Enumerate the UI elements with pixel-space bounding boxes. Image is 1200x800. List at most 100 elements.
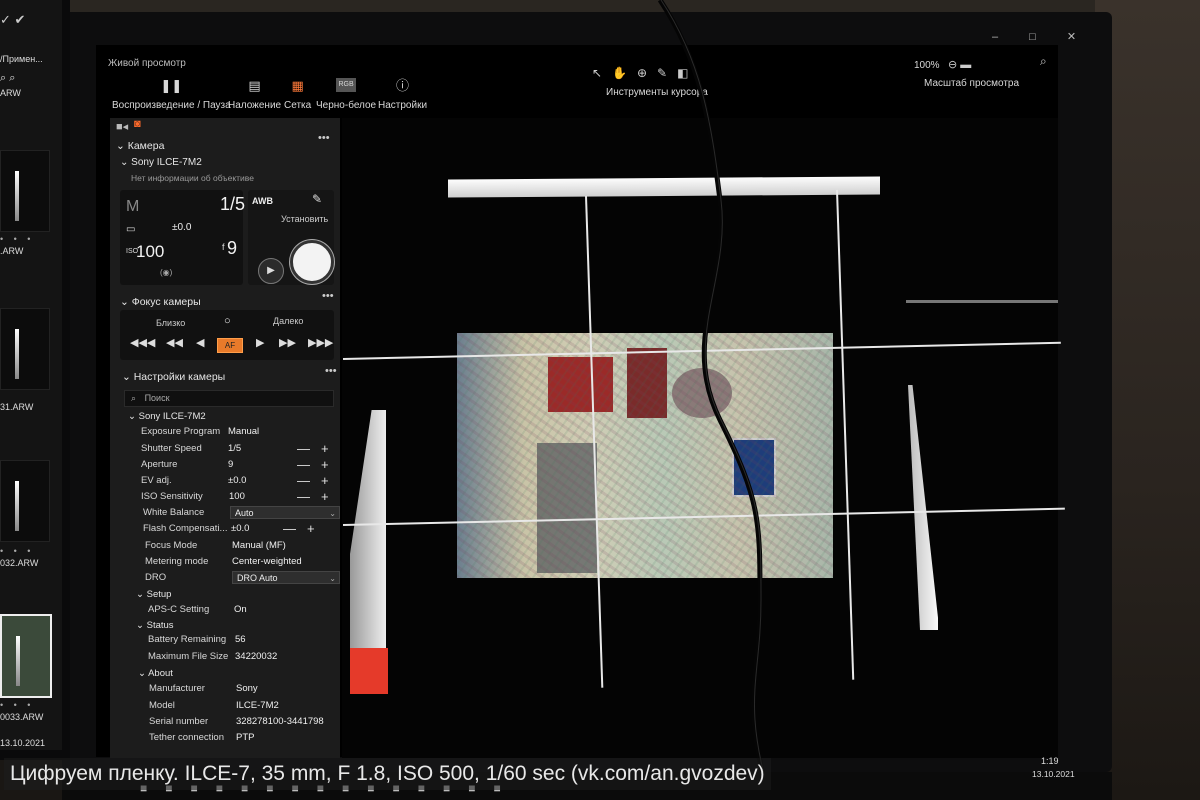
set-wb-button[interactable]: Установить: [281, 214, 328, 224]
group-camera-header[interactable]: ⌄ Sony ILCE-7M2: [128, 411, 206, 422]
setting-name: Exposure Program: [141, 426, 221, 437]
camera-model[interactable]: ⌄ Sony ILCE-7M2: [120, 157, 202, 168]
camera-section-title: Камера: [127, 140, 165, 152]
info-icon: ⓘ: [396, 78, 410, 93]
decrement-button[interactable]: —: [297, 457, 310, 472]
autofocus-button[interactable]: AF: [217, 338, 243, 353]
setting-row[interactable]: Shutter Speed 1/5 — +: [141, 441, 351, 459]
more-icon[interactable]: •••: [322, 290, 334, 302]
setting-value: 328278100-3441798: [236, 716, 324, 727]
setting-row[interactable]: Metering mode Center-weighted: [145, 556, 355, 572]
more-icon[interactable]: •••: [325, 365, 337, 377]
increment-button[interactable]: +: [321, 489, 329, 504]
setting-row[interactable]: White Balance Auto ⌄: [143, 506, 353, 523]
setting-row[interactable]: Maximum File Size 34220032: [148, 651, 358, 667]
decrement-button[interactable]: —: [297, 473, 310, 488]
file-browser-strip: ✓ ✔ /Примен... ⌕ ⌕ ARW • • • .ARW 31.ARW…: [0, 0, 62, 750]
setting-row[interactable]: Exposure Program Manual: [141, 426, 351, 442]
decrement-button[interactable]: —: [297, 441, 310, 456]
rgb-badge: RGB: [336, 78, 357, 92]
setting-value: DRO Auto: [237, 573, 278, 583]
focus-far-large-button[interactable]: ▶▶▶: [308, 336, 333, 349]
setting-row[interactable]: DRO DRO Auto ⌄: [145, 571, 355, 588]
focus-near-label: Близко: [156, 318, 186, 328]
play-pause-button[interactable]: ❚❚ Воспроизведение / Пауза: [112, 78, 231, 111]
setting-row[interactable]: Model ILCE-7M2: [149, 700, 359, 716]
usb-cable: [657, 0, 773, 800]
breadcrumb[interactable]: /Примен...: [0, 54, 43, 64]
setting-row[interactable]: Focus Mode Manual (MF): [145, 540, 355, 556]
setting-name: Shutter Speed: [141, 443, 202, 454]
setting-dropdown[interactable]: Auto ⌄: [230, 506, 340, 519]
setting-name: DRO: [145, 572, 167, 583]
setting-row[interactable]: EV adj. ±0.0 — +: [141, 473, 351, 491]
setting-row[interactable]: Battery Remaining 56: [148, 634, 358, 650]
grid-icon: ▦: [291, 78, 304, 93]
focus-near-medium-button[interactable]: ◀◀: [166, 336, 183, 349]
shutter-release-button[interactable]: [290, 240, 334, 284]
camera-icon[interactable]: ◙: [134, 118, 141, 130]
settings-label: Настройки: [378, 100, 428, 111]
setting-value: Auto: [235, 508, 254, 518]
settings-search-input[interactable]: ⌕ Поиск: [124, 390, 334, 407]
bw-button[interactable]: RGB Черно-белое: [316, 78, 376, 111]
zoom-out-icon[interactable]: ⊖ ▬: [948, 58, 971, 71]
settings-group-header[interactable]: ⌄ About: [138, 668, 173, 679]
file-thumbnail[interactable]: [0, 460, 50, 542]
overlay-icon: ▤: [248, 78, 261, 93]
metering-icon: (◉): [160, 268, 173, 277]
group-camera-title: Sony ILCE-7M2: [138, 411, 206, 422]
setting-row[interactable]: Manufacturer Sony: [149, 683, 359, 699]
focus-far-small-button[interactable]: ▶: [256, 336, 264, 349]
file-thumbnail[interactable]: [0, 308, 50, 390]
file-thumbnail[interactable]: [0, 150, 50, 232]
setting-row[interactable]: Tether connection PTP: [149, 732, 359, 748]
increment-button[interactable]: +: [321, 457, 329, 472]
setting-value: 9: [228, 459, 234, 470]
setting-row[interactable]: ISO Sensitivity 100 — +: [141, 489, 351, 507]
video-icon[interactable]: ■◂: [116, 120, 128, 133]
focus-near-small-button[interactable]: ◀: [196, 336, 204, 349]
setting-name: Battery Remaining: [148, 634, 227, 645]
setting-row[interactable]: Flash Compensati... ±0.0 — +: [143, 521, 353, 539]
overlay-label: Наложение: [228, 100, 282, 111]
setting-value: On: [234, 604, 247, 615]
increment-button[interactable]: +: [321, 473, 329, 488]
increment-button[interactable]: +: [307, 521, 315, 536]
setting-dropdown[interactable]: DRO Auto ⌄: [232, 571, 340, 584]
aperture-value: 9: [227, 238, 238, 258]
focus-position-indicator[interactable]: ○: [224, 315, 231, 327]
grid-button[interactable]: ▦ Сетка: [284, 78, 311, 111]
settings-group-header[interactable]: ⌄ Status: [136, 620, 174, 631]
search-icon[interactable]: ⌕ ⌕: [0, 72, 15, 85]
increment-button[interactable]: +: [321, 441, 329, 456]
settings-group-title: About: [148, 668, 173, 679]
focus-near-large-button[interactable]: ◀◀◀: [130, 336, 155, 349]
pipette-icon[interactable]: ✎: [312, 192, 322, 206]
taskbar-clock-time[interactable]: 1:19: [1041, 756, 1059, 766]
grid-label: Сетка: [284, 100, 312, 111]
search-icon[interactable]: ⌕: [1040, 54, 1047, 69]
settings-section-header[interactable]: ⌄ Настройки камеры: [122, 371, 225, 383]
movie-record-button[interactable]: ▶: [258, 258, 284, 284]
focus-far-medium-button[interactable]: ▶▶: [279, 336, 296, 349]
setting-value: 1/5: [228, 443, 242, 454]
setting-row[interactable]: Serial number 328278100-3441798: [149, 716, 359, 732]
setting-row[interactable]: APS-C Setting On: [148, 604, 358, 620]
overlay-button[interactable]: ▤ Наложение: [228, 78, 281, 111]
setting-row[interactable]: Aperture 9 — +: [141, 457, 351, 475]
decrement-button[interactable]: —: [283, 521, 296, 536]
window-controls[interactable]: – □ ✕: [992, 30, 1090, 43]
camera-section-header[interactable]: ⌄ Камера: [116, 140, 164, 152]
zoom-value[interactable]: 100%: [914, 60, 940, 71]
file-thumbnail-selected[interactable]: [0, 614, 52, 698]
focus-section-header[interactable]: ⌄ Фокус камеры: [120, 296, 201, 308]
settings-group-header[interactable]: ⌄ Setup: [136, 589, 171, 600]
mode-indicator: M: [126, 198, 140, 215]
settings-button[interactable]: ⓘ Настройки: [378, 78, 427, 111]
setting-value: Center-weighted: [232, 556, 302, 567]
setting-value: Manual: [228, 426, 260, 437]
decrement-button[interactable]: —: [297, 489, 310, 504]
taskbar-clock-date[interactable]: 13.10.2021: [1032, 769, 1075, 779]
more-icon[interactable]: •••: [318, 132, 330, 144]
